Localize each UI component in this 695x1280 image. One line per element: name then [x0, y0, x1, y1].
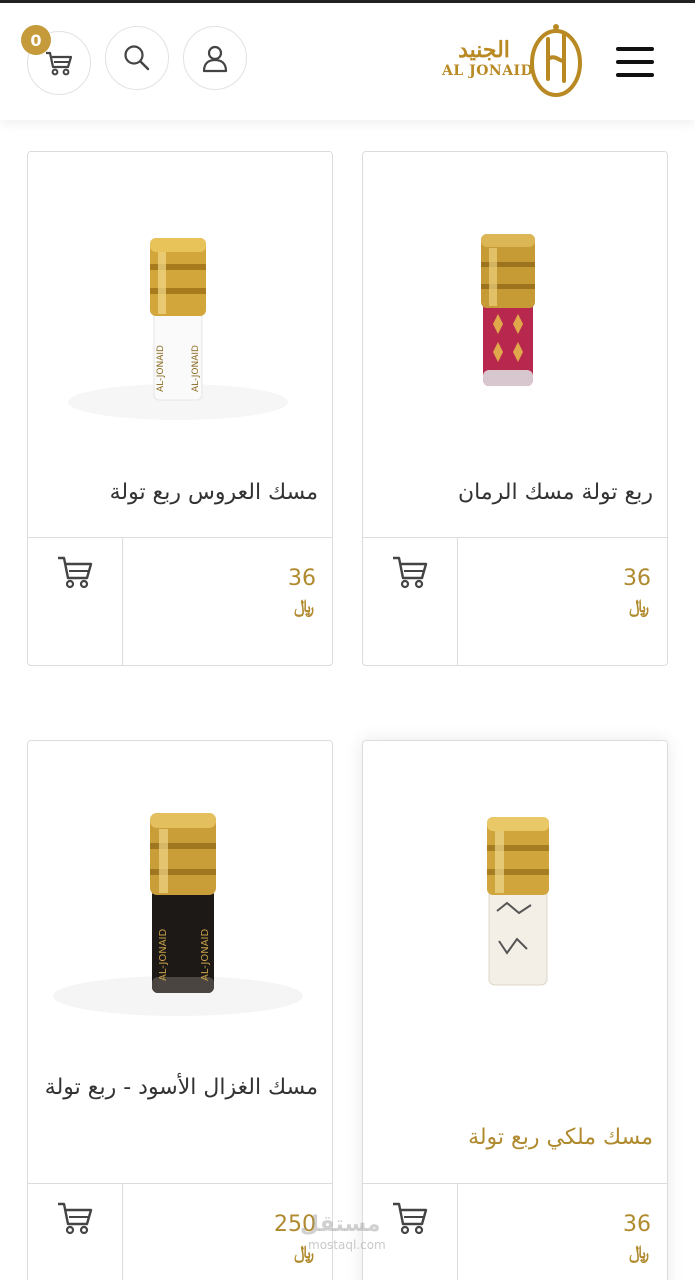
product-name[interactable]: مسك الغزال الأسود - ربع تولة — [42, 1063, 318, 1113]
svg-text:AL-JONAID: AL-JONAID — [158, 929, 169, 981]
svg-text:AL-JONAID: AL-JONAID — [156, 345, 166, 392]
product-price: 36 — [288, 566, 316, 591]
watermark-subtext: mostaql.com — [308, 1238, 386, 1252]
logo-emblem-icon — [530, 24, 582, 97]
product-card[interactable]: AL-JONAID AL-JONAID مسك العروس ربع تولة … — [27, 151, 333, 666]
menu-bar — [616, 47, 654, 51]
brand-logo[interactable]: الجنيد AL JONAID — [440, 17, 590, 101]
add-to-cart-button[interactable] — [28, 1184, 123, 1280]
currency-symbol: ﷼ — [629, 1242, 649, 1263]
logo-english-text: AL JONAID — [442, 63, 534, 79]
product-card[interactable]: ربع تولة مسك الرمان 36 ﷼ — [362, 151, 668, 666]
search-button[interactable] — [105, 26, 169, 90]
cart-icon — [58, 1202, 93, 1235]
svg-text:AL-JONAID: AL-JONAID — [191, 345, 201, 392]
cart-icon — [58, 556, 93, 589]
hamburger-menu-button[interactable] — [614, 45, 656, 79]
currency-symbol: ﷼ — [629, 596, 649, 617]
product-card[interactable]: مسك ملكي ربع تولة 36 ﷼ — [362, 740, 668, 1280]
svg-text:AL-JONAID: AL-JONAID — [200, 929, 211, 981]
logo-arabic-text: الجنيد — [458, 37, 510, 63]
product-image[interactable] — [363, 152, 667, 452]
account-button[interactable] — [183, 26, 247, 90]
product-image[interactable]: AL-JONAID AL-JONAID — [28, 741, 332, 1041]
cart-icon — [393, 556, 428, 589]
menu-bar — [616, 73, 654, 77]
product-footer: 250 ﷼ — [28, 1183, 332, 1280]
product-price: 36 — [623, 566, 651, 591]
user-icon — [202, 45, 228, 73]
product-footer: 36 ﷼ — [363, 1183, 667, 1280]
site-header: 0 الجنيد AL JONAID — [0, 3, 695, 120]
currency-symbol: ﷼ — [294, 596, 314, 617]
product-card[interactable]: AL-JONAID AL-JONAID مسك الغزال الأسود - … — [27, 740, 333, 1280]
product-name[interactable]: مسك العروس ربع تولة — [42, 468, 318, 518]
add-to-cart-button[interactable] — [363, 538, 458, 665]
cart-count-badge: 0 — [21, 25, 51, 55]
product-name[interactable]: ربع تولة مسك الرمان — [377, 468, 653, 518]
search-icon — [124, 45, 150, 71]
product-price: 36 — [623, 1212, 651, 1237]
product-name[interactable]: مسك ملكي ربع تولة — [377, 1113, 653, 1163]
product-image[interactable] — [363, 741, 667, 1041]
cart-icon — [46, 51, 73, 76]
product-footer: 36 ﷼ — [28, 537, 332, 665]
menu-bar — [616, 60, 654, 64]
cart-icon — [393, 1202, 428, 1235]
watermark-text: مستقل — [300, 1212, 381, 1237]
add-to-cart-button[interactable] — [28, 538, 123, 665]
product-image[interactable]: AL-JONAID AL-JONAID — [28, 152, 332, 452]
product-footer: 36 ﷼ — [363, 537, 667, 665]
